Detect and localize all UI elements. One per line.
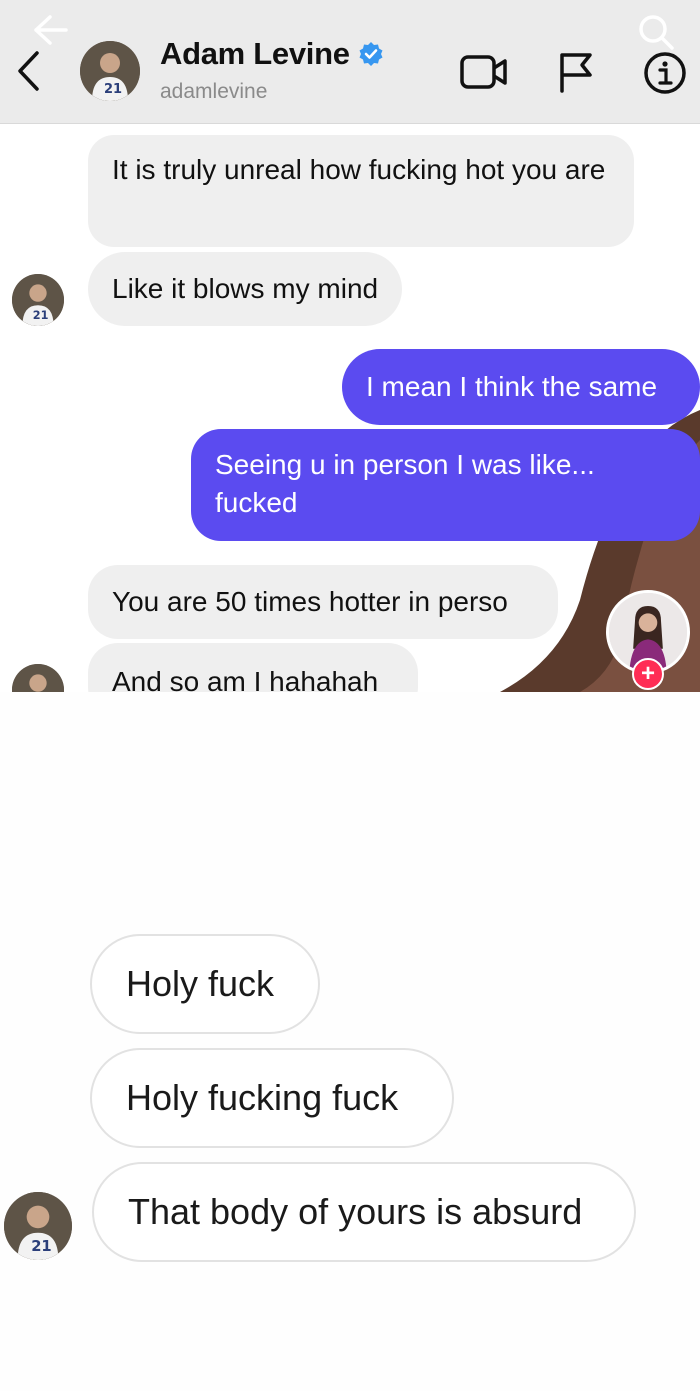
- message-incoming[interactable]: Holy fuck: [90, 934, 320, 1034]
- info-button[interactable]: [642, 50, 688, 96]
- message-incoming[interactable]: And so am I hahahah: [88, 643, 418, 692]
- message-incoming[interactable]: Like it blows my mind: [88, 252, 403, 326]
- message-text: You are 50 times hotter in perso: [112, 586, 508, 617]
- back-button[interactable]: [8, 48, 48, 94]
- svg-text:21: 21: [33, 309, 49, 322]
- flag-icon: [560, 53, 592, 93]
- video-call-button[interactable]: [458, 52, 510, 92]
- message-text: Seeing u in person I was like...: [215, 449, 595, 480]
- message-text: fucked: [215, 487, 298, 518]
- add-button[interactable]: +: [632, 658, 664, 690]
- video-camera-icon: [460, 55, 507, 89]
- message-outgoing[interactable]: I mean I think the same: [342, 349, 700, 425]
- chevron-left-icon: [18, 51, 39, 91]
- message-incoming[interactable]: It is truly unreal how fucking hot you a…: [88, 135, 634, 247]
- report-button[interactable]: [554, 50, 598, 94]
- contact-name[interactable]: Adam Levine: [160, 36, 384, 72]
- svg-text:21: 21: [31, 1238, 51, 1255]
- svg-text:21: 21: [104, 82, 122, 97]
- message-text: And so am I hahahah: [112, 666, 379, 692]
- chat-header: 21 Adam Levine adamlevine: [0, 0, 700, 124]
- info-icon: [644, 52, 686, 94]
- search-icon[interactable]: [634, 10, 678, 54]
- avatar[interactable]: 21: [4, 1192, 72, 1260]
- arrow-left-icon[interactable]: [26, 10, 70, 50]
- plus-icon: +: [640, 660, 655, 687]
- message-text: Like it blows my mind: [112, 273, 379, 304]
- top-screenshot: 21 Adam Levine adamlevine It is truly un…: [0, 0, 700, 692]
- message-text: Holy fucking fuck: [126, 1077, 399, 1118]
- avatar[interactable]: 21: [12, 274, 64, 326]
- message-incoming[interactable]: Holy fucking fuck: [90, 1048, 454, 1148]
- avatar[interactable]: [12, 664, 64, 692]
- message-outgoing[interactable]: Seeing u in person I was like... fucked: [191, 429, 700, 541]
- contact-username: adamlevine: [160, 80, 268, 103]
- message-incoming[interactable]: That body of yours is absurd: [92, 1162, 636, 1262]
- message-text: I mean I think the same: [366, 371, 658, 402]
- avatar[interactable]: 21: [80, 41, 140, 101]
- message-text: That body of yours is absurd: [128, 1191, 583, 1232]
- contact-name-text: Adam Levine: [160, 36, 350, 71]
- bottom-screenshot: Holy fuck Holy fucking fuck 21 That body…: [0, 692, 700, 1391]
- message-text: Holy fuck: [126, 963, 275, 1004]
- verified-badge-icon: [359, 42, 383, 66]
- message-text: It is truly unreal how fucking hot you a…: [112, 154, 606, 185]
- message-incoming[interactable]: You are 50 times hotter in perso: [88, 565, 558, 639]
